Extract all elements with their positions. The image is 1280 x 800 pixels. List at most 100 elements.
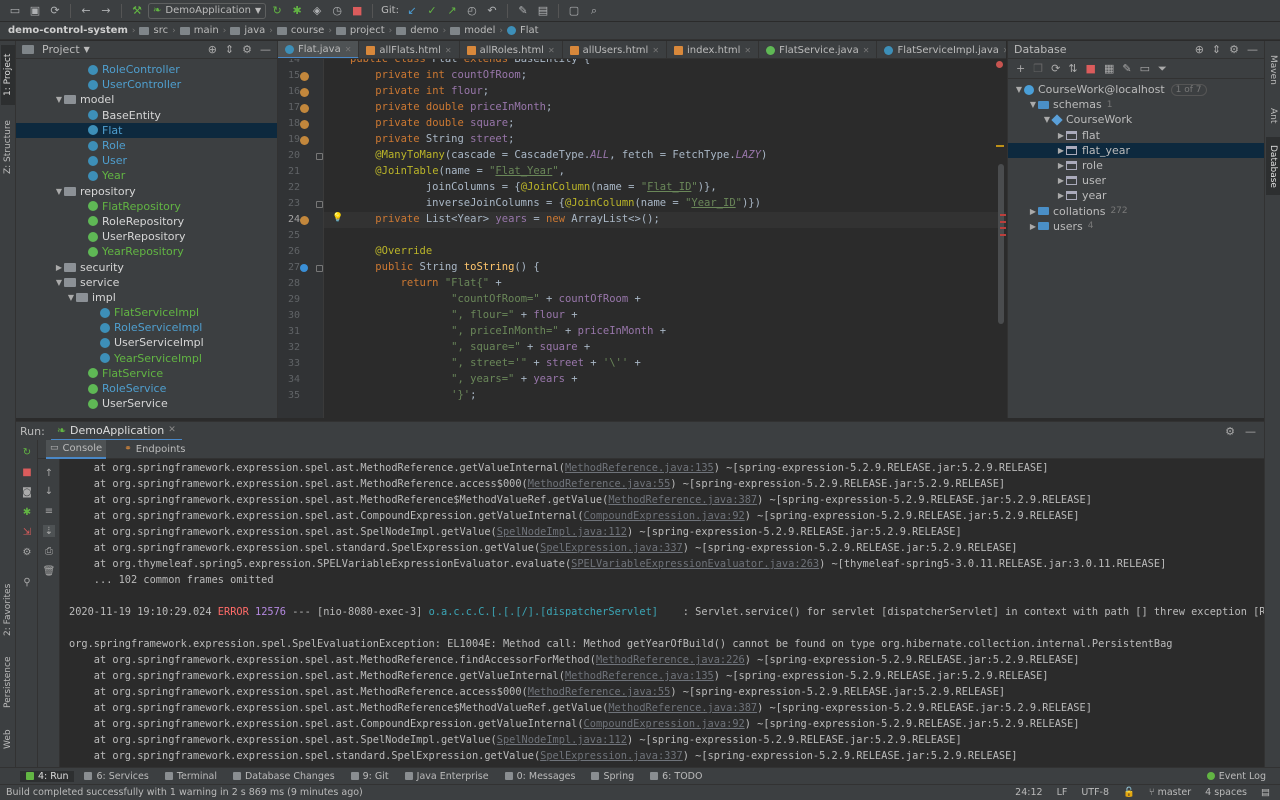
tool-window-button[interactable]: 0: Messages: [499, 771, 582, 782]
project-tree-item[interactable]: UserService: [16, 396, 277, 411]
console-line[interactable]: org.springframework.expression.spel.Spel…: [69, 638, 1172, 650]
tab-structure[interactable]: Z: Structure: [1, 111, 15, 183]
read-only-lock-icon[interactable]: 🔓: [1123, 787, 1135, 798]
console-line[interactable]: at org.thymeleaf.spring5.expression.SPEL…: [69, 558, 1167, 570]
intention-bulb-icon[interactable]: 💡: [332, 213, 343, 223]
persistence-field-icon[interactable]: [300, 72, 309, 81]
database-tree-item[interactable]: ▶ users 4: [1008, 219, 1264, 234]
profile-icon[interactable]: ◷: [328, 2, 346, 20]
source-link[interactable]: CompoundExpression.java:92: [584, 718, 745, 730]
tab-endpoints[interactable]: ⚭ Endpoints: [120, 440, 189, 459]
gear-icon[interactable]: ⚙: [1225, 425, 1235, 438]
source-link[interactable]: SPELVariableExpressionEvaluator.java:263: [571, 558, 819, 570]
code-line[interactable]: "countOfRoom=" + countOfRoom +: [350, 293, 641, 305]
git-update-icon[interactable]: ↙: [403, 2, 421, 20]
project-tree-item[interactable]: ▼ repository: [16, 184, 277, 199]
project-tree-item[interactable]: FlatService: [16, 366, 277, 381]
error-stripe[interactable]: [1000, 214, 1006, 216]
save-icon[interactable]: ▣: [26, 2, 44, 20]
file-encoding[interactable]: UTF-8: [1081, 787, 1109, 798]
tab-web[interactable]: Web: [1, 721, 15, 757]
project-tree-item[interactable]: ▼ model: [16, 92, 277, 107]
console-line[interactable]: at org.springframework.expression.spel.a…: [69, 686, 1005, 698]
breadcrumb-item[interactable]: main: [194, 25, 219, 36]
run-tab-demoapplication[interactable]: ❧ DemoApplication ✕: [50, 422, 182, 441]
breadcrumb-item[interactable]: model: [464, 25, 495, 36]
search-icon[interactable]: ⌕: [585, 2, 603, 20]
database-tree-item[interactable]: ▶ role: [1008, 158, 1264, 173]
event-log-button[interactable]: Event Log: [1201, 771, 1280, 782]
source-link[interactable]: MethodReference.java:226: [596, 654, 745, 666]
project-tree-item[interactable]: BaseEntity: [16, 108, 277, 123]
print-icon[interactable]: ⎙: [43, 545, 55, 557]
project-panel-title[interactable]: Project: [42, 43, 80, 56]
minimize-icon[interactable]: —: [1245, 425, 1256, 438]
collapsed-arrow-icon[interactable]: ▶: [1056, 161, 1066, 170]
stop-icon[interactable]: ■: [21, 466, 33, 478]
console-line[interactable]: at org.springframework.expression.spel.s…: [69, 750, 1018, 762]
console-line[interactable]: at org.springframework.expression.spel.a…: [69, 718, 1080, 730]
error-stripe[interactable]: [1000, 227, 1006, 229]
project-tree-item[interactable]: YearRepository: [16, 244, 277, 259]
project-tree-item[interactable]: UserServiceImpl: [16, 335, 277, 350]
code-line[interactable]: ", priceInMonth=" + priceInMonth +: [350, 325, 666, 337]
project-tree-item[interactable]: RoleService: [16, 381, 277, 396]
copy-icon[interactable]: ❐: [1033, 62, 1043, 75]
collapsed-arrow-icon[interactable]: ▶: [1028, 207, 1038, 216]
console-line[interactable]: at org.springframework.expression.spel.a…: [69, 670, 1049, 682]
persistence-field-icon[interactable]: [300, 104, 309, 113]
project-tree-item[interactable]: RoleRepository: [16, 214, 277, 229]
project-tree-item[interactable]: RoleController: [16, 62, 277, 77]
console-line[interactable]: at org.springframework.expression.spel.a…: [69, 526, 962, 538]
editor-tab[interactable]: Flat.java ✕: [278, 41, 360, 58]
arrow-up-icon[interactable]: ↑: [43, 467, 55, 479]
editor-tab[interactable]: allUsers.html ✕: [563, 41, 668, 58]
console-line[interactable]: at org.springframework.expression.spel.s…: [69, 542, 1018, 554]
stop-icon[interactable]: ■: [1086, 62, 1096, 75]
code-line[interactable]: private int flour;: [350, 85, 489, 97]
sync-icon[interactable]: ⟳: [46, 2, 64, 20]
database-tree-item[interactable]: ▼ CourseWork: [1008, 112, 1264, 127]
refresh-icon[interactable]: ⟳: [1051, 62, 1060, 75]
table-view-icon[interactable]: ▦: [1104, 62, 1114, 75]
line-separator[interactable]: LF: [1057, 787, 1068, 798]
tool-window-button[interactable]: Java Enterprise: [399, 771, 495, 782]
close-icon[interactable]: ✕: [863, 46, 870, 55]
collapsed-arrow-icon[interactable]: ▶: [1056, 146, 1066, 155]
persistence-field-icon[interactable]: [300, 88, 309, 97]
breadcrumb-item[interactable]: project: [350, 25, 385, 36]
schema-count-badge[interactable]: 1 of 7: [1170, 83, 1207, 96]
folder-open-icon[interactable]: ▭: [6, 2, 24, 20]
console-line[interactable]: at org.springframework.expression.spel.a…: [69, 510, 1080, 522]
persistence-field-icon[interactable]: [300, 120, 309, 129]
source-link[interactable]: MethodReference.java:135: [565, 670, 714, 682]
tool-window-button[interactable]: 6: TODO: [644, 771, 708, 782]
expanded-arrow-icon[interactable]: ▼: [54, 278, 64, 287]
expanded-arrow-icon[interactable]: ▼: [66, 293, 76, 302]
tab-persistence[interactable]: Persistence: [1, 647, 15, 717]
forward-arrow-icon[interactable]: →: [97, 2, 115, 20]
project-tree-item[interactable]: Year: [16, 168, 277, 183]
project-tree-item[interactable]: Role: [16, 138, 277, 153]
source-link[interactable]: MethodReference.java:135: [565, 462, 714, 474]
database-tree-item[interactable]: ▶ collations 272: [1008, 204, 1264, 219]
restore-layout-icon[interactable]: ⇲: [21, 526, 33, 538]
close-icon[interactable]: ✕: [345, 45, 352, 54]
memory-indicator-icon[interactable]: ▤: [1261, 787, 1270, 798]
close-icon[interactable]: ✕: [652, 46, 659, 55]
breadcrumb-item[interactable]: java: [244, 25, 265, 36]
editor-tab[interactable]: allRoles.html ✕: [460, 41, 563, 58]
arrow-down-icon[interactable]: ↓: [43, 485, 55, 497]
close-icon[interactable]: ✕: [445, 46, 452, 55]
collapsed-arrow-icon[interactable]: ▶: [1028, 222, 1038, 231]
status-message[interactable]: Build completed successfully with 1 warn…: [6, 787, 363, 798]
locate-target-icon[interactable]: ⊕: [208, 43, 217, 56]
editor-tab[interactable]: FlatServiceImpl.java ✕: [877, 41, 1006, 58]
tool-window-button[interactable]: Spring: [585, 771, 640, 782]
gear-icon[interactable]: ⚙: [242, 43, 252, 56]
database-tree-item[interactable]: ▶ flat_year: [1008, 142, 1264, 158]
project-tree-item[interactable]: ▼ impl: [16, 290, 277, 305]
expanded-arrow-icon[interactable]: ▼: [54, 95, 64, 104]
editor-scrollbar[interactable]: [998, 164, 1004, 324]
coverage-icon[interactable]: ◈: [308, 2, 326, 20]
